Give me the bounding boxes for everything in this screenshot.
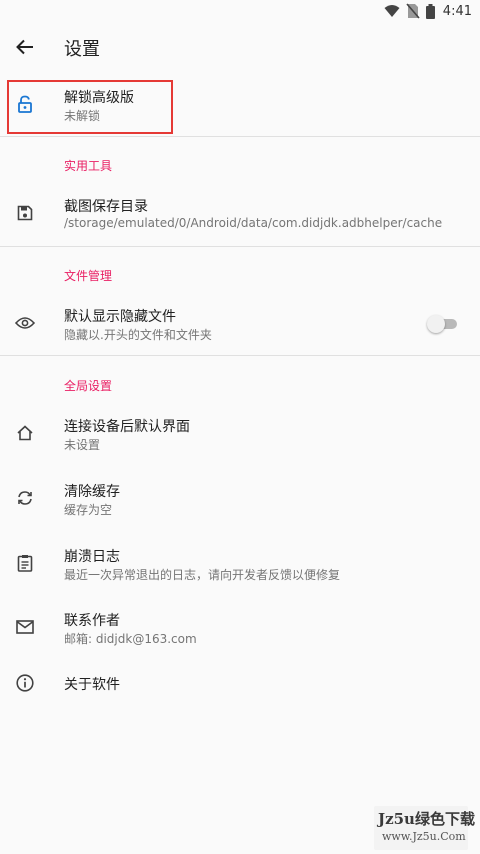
default-screen-title: 连接设备后默认界面 — [64, 419, 190, 435]
status-bar: 4:41 — [0, 0, 480, 24]
section-header-file-management: 文件管理 — [64, 269, 113, 283]
show-hidden-switch[interactable] — [427, 315, 457, 333]
clear-cache-title: 清除缓存 — [64, 484, 120, 500]
battery-icon — [425, 3, 435, 19]
no-sim-icon — [406, 3, 420, 19]
clear-cache-item[interactable]: 清除缓存 缓存为空 — [0, 475, 480, 531]
screenshot-dir-title: 截图保存目录 — [64, 199, 148, 215]
screenshot-dir-path: /storage/emulated/0/Android/data/com.did… — [64, 216, 443, 230]
crash-log-item[interactable]: 崩溃日志 最近一次异常退出的日志，请向开发者反馈以便修复 — [0, 540, 480, 596]
page-title: 设置 — [64, 39, 100, 60]
watermark-url: www.Jz5u.Com — [382, 830, 466, 843]
mail-icon — [15, 617, 35, 637]
status-time: 4:41 — [442, 3, 472, 19]
save-icon — [15, 203, 35, 223]
default-screen-item[interactable]: 连接设备后默认界面 未设置 — [0, 410, 480, 466]
screenshot-dir-item[interactable]: 截图保存目录 /storage/emulated/0/Android/data/… — [0, 190, 480, 246]
watermark: Jz5u绿色下载 www.Jz5u.Com — [374, 806, 475, 850]
section-header-global: 全局设置 — [64, 379, 113, 393]
refresh-icon — [15, 488, 35, 508]
section-header-tools: 实用工具 — [64, 159, 113, 173]
about-item[interactable]: 关于软件 — [0, 665, 480, 705]
show-hidden-files-item[interactable]: 默认显示隐藏文件 隐藏以.开头的文件和文件夹 — [0, 300, 480, 356]
wifi-icon — [384, 5, 400, 17]
clipboard-icon — [15, 553, 35, 573]
switch-thumb — [427, 315, 445, 333]
home-icon — [15, 423, 35, 443]
show-hidden-title: 默认显示隐藏文件 — [64, 309, 176, 325]
crash-log-title: 崩溃日志 — [64, 549, 120, 565]
contact-email: 邮箱: didjdk@163.com — [64, 632, 197, 646]
highlight-box — [7, 80, 173, 134]
contact-author-item[interactable]: 联系作者 邮箱: didjdk@163.com — [0, 604, 480, 660]
crash-log-subtitle: 最近一次异常退出的日志，请向开发者反馈以便修复 — [64, 568, 341, 582]
back-button[interactable] — [12, 36, 38, 58]
watermark-title: Jz5u绿色下载 — [378, 810, 475, 828]
default-screen-subtitle: 未设置 — [64, 438, 101, 452]
info-icon — [15, 673, 35, 693]
about-title: 关于软件 — [64, 677, 120, 693]
eye-icon — [15, 313, 35, 333]
divider — [0, 136, 480, 137]
contact-title: 联系作者 — [64, 613, 120, 629]
show-hidden-subtitle: 隐藏以.开头的文件和文件夹 — [64, 328, 212, 342]
clear-cache-subtitle: 缓存为空 — [64, 503, 113, 517]
divider — [0, 355, 480, 356]
divider — [0, 246, 480, 247]
status-icons: 4:41 — [384, 3, 472, 19]
app-bar: 设置 — [0, 24, 480, 70]
arrow-back-icon — [16, 39, 33, 55]
